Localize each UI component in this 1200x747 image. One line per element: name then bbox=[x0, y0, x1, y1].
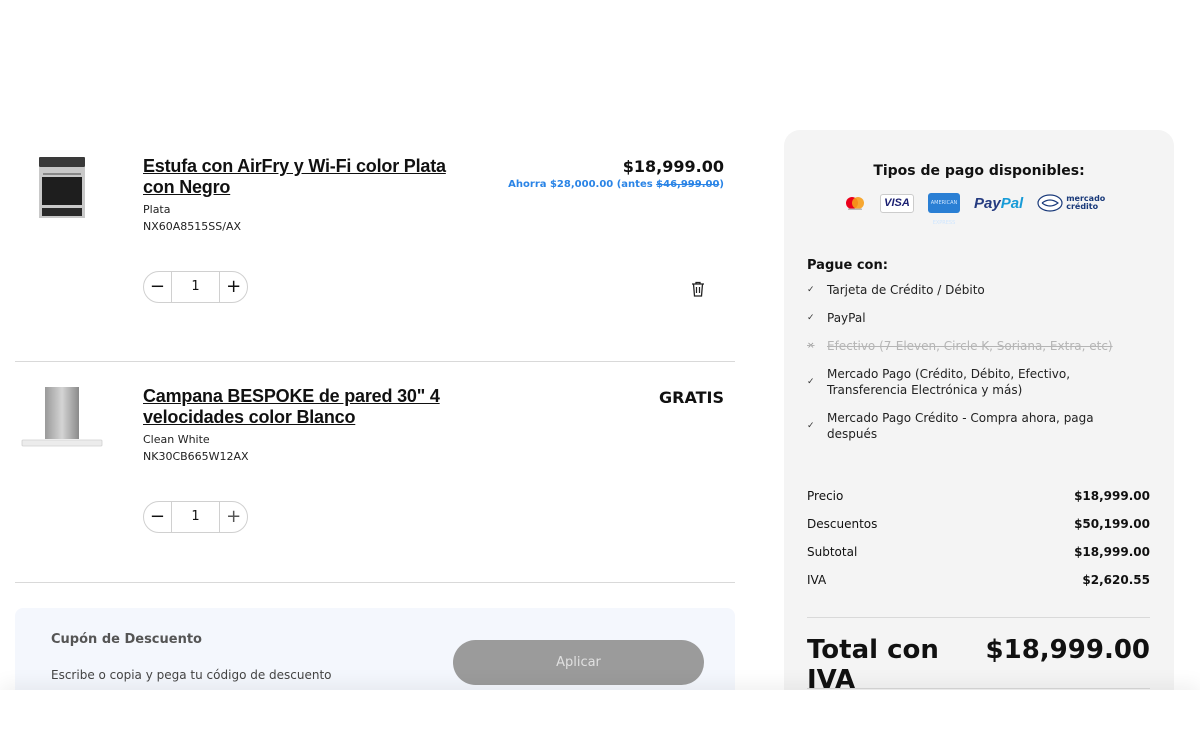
range-hood-product-image[interactable] bbox=[21, 385, 103, 451]
product-sku: NX60A8515SS/AX bbox=[143, 220, 242, 233]
payment-methods-list: ✓ Tarjeta de Crédito / Débito ✓ PayPal × Ef… bbox=[807, 282, 1147, 454]
mercado-credito-icon: mercado crédito bbox=[1037, 194, 1105, 212]
summary-row-price: Precio $18,999.00 bbox=[807, 489, 1150, 503]
cart-item: Estufa con AirFry y Wi-Fi color Plata co… bbox=[15, 150, 735, 362]
increase-quantity-button[interactable]: + bbox=[220, 502, 247, 532]
visa-icon: VISA bbox=[880, 193, 914, 213]
pay-with-title: Pague con: bbox=[807, 258, 888, 273]
payment-logos: VISA AMERICAN EXPRESS PayPal mercado cré… bbox=[844, 192, 1105, 226]
quantity-value[interactable]: 1 bbox=[170, 502, 221, 532]
price-breakdown: Precio $18,999.00 Descuentos $50,199.00 Su… bbox=[807, 488, 1150, 600]
cart-item: Campana BESPOKE de pared 30" 4 velocidad… bbox=[15, 380, 735, 583]
coupon-title: Cupón de Descuento bbox=[51, 632, 202, 647]
product-name-link[interactable]: Campana BESPOKE de pared 30" 4 velocidad… bbox=[143, 386, 453, 428]
summary-row-discounts: Descuentos $50,199.00 bbox=[807, 517, 1150, 531]
decrease-quantity-button[interactable]: − bbox=[144, 502, 171, 532]
coupon-input[interactable]: Escribe o copia y pega tu código de desc… bbox=[51, 668, 332, 682]
payment-method-item: ✓ PayPal bbox=[807, 311, 866, 325]
quantity-value[interactable]: 1 bbox=[170, 272, 221, 302]
decrease-quantity-button[interactable]: − bbox=[144, 272, 171, 302]
stove-product-image[interactable] bbox=[37, 155, 87, 220]
payment-method-item: ✓ Tarjeta de Crédito / Débito bbox=[807, 283, 985, 297]
check-icon: ✓ bbox=[807, 377, 815, 387]
summary-row-subtotal: Subtotal $18,999.00 bbox=[807, 545, 1150, 559]
divider bbox=[807, 688, 1150, 689]
apply-coupon-button[interactable]: Aplicar bbox=[453, 640, 704, 685]
product-sku: NK30CB665W12AX bbox=[143, 450, 249, 463]
product-variant: Clean White bbox=[143, 433, 210, 446]
order-summary-panel: Tipos de pago disponibles: VISA AMERICAN… bbox=[784, 130, 1174, 747]
quantity-stepper: − 1 + bbox=[143, 501, 248, 533]
amex-icon: AMERICAN EXPRESS bbox=[928, 193, 960, 226]
check-icon: ✓ bbox=[807, 313, 815, 323]
trash-icon[interactable] bbox=[691, 281, 705, 297]
check-icon: ✓ bbox=[807, 421, 815, 431]
payment-types-title: Tipos de pago disponibles: bbox=[873, 163, 1085, 179]
product-name-link[interactable]: Estufa con AirFry y Wi-Fi color Plata co… bbox=[143, 156, 453, 198]
summary-row-iva: IVA $2,620.55 bbox=[807, 573, 1150, 587]
savings-text: Ahorra $28,000.00 (antes $46,999.00) bbox=[508, 179, 724, 190]
paypal-icon: PayPal bbox=[974, 194, 1024, 212]
increase-quantity-button[interactable]: + bbox=[220, 272, 247, 302]
mastercard-icon bbox=[846, 197, 864, 210]
total-row: Total con IVA $18,999.00 bbox=[807, 635, 1150, 695]
original-price: $46,999.00 bbox=[656, 179, 720, 190]
bottom-bar bbox=[0, 690, 1200, 747]
payment-method-item: ✓ Mercado Pago Crédito - Compra ahora, pa… bbox=[807, 411, 1094, 441]
total-value: $18,999.00 bbox=[985, 635, 1150, 665]
cross-icon: × bbox=[807, 341, 815, 351]
product-variant: Plata bbox=[143, 203, 171, 216]
product-price: $18,999.00 bbox=[622, 157, 724, 176]
check-icon: ✓ bbox=[807, 285, 815, 295]
product-price: GRATIS bbox=[659, 388, 724, 407]
payment-method-item: ✓ Mercado Pago (Crédito, Débito, Efectivo… bbox=[807, 367, 1071, 397]
total-label: Total con IVA bbox=[807, 635, 939, 695]
divider bbox=[807, 617, 1150, 618]
quantity-stepper: − 1 + bbox=[143, 271, 248, 303]
payment-method-item-disabled: × Efectivo (7-Eleven, Circle K, Soriana, … bbox=[807, 339, 1113, 353]
